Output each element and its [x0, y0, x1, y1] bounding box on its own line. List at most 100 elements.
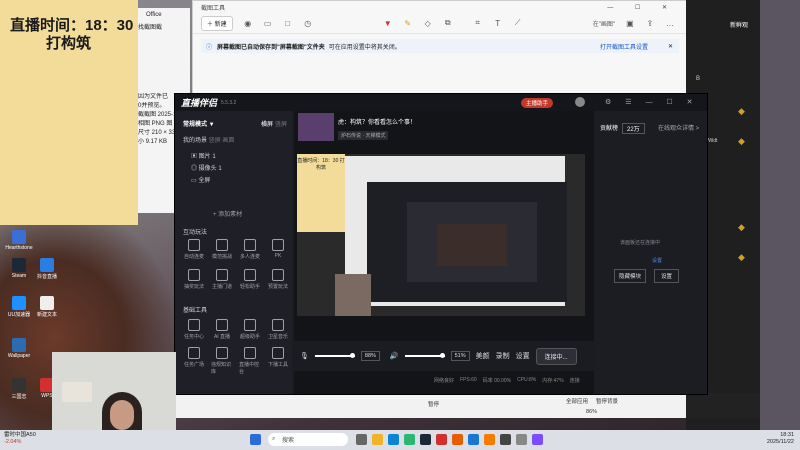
hide-panel-button[interactable]: 隐藏模块: [614, 269, 647, 283]
new-snip-button[interactable]: ＋ 新建: [201, 15, 233, 31]
desktop-icon-wallpaper[interactable]: Wallpaper: [4, 338, 34, 359]
explorer-tab[interactable]: Office: [130, 8, 190, 20]
right-settings-button[interactable]: 设置: [654, 269, 680, 283]
interact-item[interactable]: 抽奖玩法: [183, 269, 205, 290]
snipping-tool-window: 截图工具 — ☐ ✕ ＋ 新建 ◉ ▭ □ ◷ ▼ ✎ ◇ ⧉ ⌗ T ⟋ 在"…: [192, 0, 688, 102]
desktop-icon-live[interactable]: 抖音直播: [32, 258, 62, 280]
start-icon[interactable]: [250, 434, 261, 445]
taskbar-app-icon[interactable]: [420, 434, 431, 445]
zoom-level: 86%: [586, 409, 598, 415]
strip-label[interactable]: 暂停: [428, 400, 439, 408]
desktop-icon-hearthstone[interactable]: Hearthstone: [4, 230, 34, 251]
source-item[interactable]: ◎ 摄像头 1: [191, 163, 222, 172]
interact-item[interactable]: PK: [267, 239, 289, 259]
preview-layer: [437, 224, 507, 266]
basic-item[interactable]: 下播工具: [267, 347, 289, 368]
go-live-button[interactable]: 连接中...: [535, 347, 577, 365]
desktop-icon-steam[interactable]: Steam: [4, 258, 34, 279]
basic-item[interactable]: 违规知识库: [211, 347, 233, 375]
video-icon[interactable]: ▭: [263, 18, 273, 28]
strip-label[interactable]: 全部应用: [566, 397, 588, 405]
avatar[interactable]: [575, 97, 585, 107]
interact-item[interactable]: 多人连麦: [239, 239, 261, 260]
search-icon: ⌕: [272, 436, 276, 442]
taskbar-app-icon[interactable]: [468, 434, 479, 445]
taskbar-app-icon[interactable]: [452, 434, 463, 445]
taskbar-app-icon[interactable]: [356, 434, 367, 445]
copy-icon[interactable]: ⧉: [443, 18, 453, 28]
basic-item[interactable]: 超级助手: [239, 319, 261, 340]
desktop-icon-doc[interactable]: 新建文本: [32, 296, 62, 318]
live-category[interactable]: 炉石传说 · 天梯模式: [338, 131, 389, 140]
text-icon[interactable]: T: [493, 18, 503, 28]
settings-button[interactable]: 设置: [516, 351, 530, 361]
interact-item[interactable]: 预置玩法: [267, 269, 289, 290]
beauty-button[interactable]: 美颜: [476, 351, 490, 361]
live-status-badge[interactable]: 主播助手: [521, 98, 554, 108]
more-icon[interactable]: …: [665, 18, 675, 28]
basic-item[interactable]: 卫星音乐: [267, 319, 289, 340]
crop-icon[interactable]: ⌗: [473, 18, 483, 28]
taskbar-search[interactable]: ⌕ 搜索: [268, 433, 348, 446]
taskbar-app-icon[interactable]: [532, 434, 543, 445]
explorer-tab2[interactable]: 找截图截: [130, 20, 190, 33]
taskbar-app-icon[interactable]: [500, 434, 511, 445]
taskbar-app-icon[interactable]: [516, 434, 527, 445]
interact-item[interactable]: 模范挑战: [211, 239, 233, 260]
live-title[interactable]: 虎：构筑？你看看怎么个事！: [338, 117, 416, 126]
tab-portrait[interactable]: 竖屏: [275, 119, 287, 128]
taskbar-weather[interactable]: 雷时中国A50 -2.04%: [4, 432, 36, 446]
window-controls[interactable]: — ☐ ✕: [607, 4, 677, 11]
uu-icon: [12, 296, 26, 310]
desktop-icon-calendar[interactable]: 三国志: [4, 378, 34, 400]
sticky-note[interactable]: 直播时间：18：30 打构筑: [0, 0, 138, 225]
basic-item[interactable]: 直播中控台: [239, 347, 261, 375]
taskbar-clock[interactable]: 18:31 2025/11/22: [767, 432, 794, 446]
taskbar-app-icon[interactable]: [404, 434, 415, 445]
eraser-icon[interactable]: ◇: [423, 18, 433, 28]
source-item[interactable]: ▭ 全屏: [191, 175, 210, 184]
detail-link[interactable]: 详情 >: [682, 123, 699, 132]
pen-icon[interactable]: ▼: [383, 18, 393, 28]
mode-dropdown[interactable]: 常规模式 ▼: [183, 119, 215, 128]
banner-settings-link[interactable]: 打开截图工具设置: [600, 42, 648, 51]
close-icon[interactable]: ✕: [668, 43, 673, 50]
window-controls[interactable]: ⚙ ☰ — ☐ ✕: [605, 98, 698, 106]
highlighter-icon[interactable]: ✎: [403, 18, 413, 28]
tab-landscape[interactable]: 横屏: [261, 119, 273, 128]
record-button[interactable]: 录制: [496, 351, 510, 361]
basic-item[interactable]: 任务中心: [183, 319, 205, 340]
interact-item[interactable]: 主播门道: [211, 269, 233, 290]
share-icon[interactable]: ⇪: [645, 18, 655, 28]
mic-icon[interactable]: 🎙: [300, 352, 309, 360]
mic-slider[interactable]: [314, 353, 355, 358]
stream-preview[interactable]: 直播时间：18：30 打构筑: [297, 154, 585, 316]
online-label[interactable]: 在线观众: [658, 123, 682, 132]
camera-icon[interactable]: ◉: [243, 18, 253, 28]
interact-item[interactable]: 自动连麦: [183, 239, 205, 260]
taskbar-app-icon[interactable]: [372, 434, 383, 445]
stream-cover[interactable]: [298, 113, 334, 141]
taskbar-app-icon[interactable]: [484, 434, 495, 445]
strip-label[interactable]: 暂停背景: [596, 397, 618, 405]
speaker-icon[interactable]: 🔊: [390, 352, 399, 360]
taskbar-app-icon[interactable]: [436, 434, 447, 445]
basic-item[interactable]: 任务广场: [183, 347, 205, 368]
timer-icon[interactable]: ◷: [303, 18, 313, 28]
diamond-icon: ◆: [738, 136, 745, 146]
live-app-icon: [40, 258, 54, 272]
save-icon[interactable]: ▣: [625, 18, 635, 28]
app-titlebar: 直播伴侣 5.5.3.2 主播助手 ⚙ ☰ — ☐ ✕: [175, 94, 707, 111]
ruler-icon[interactable]: ⟋: [513, 18, 523, 28]
speaker-slider[interactable]: [404, 353, 445, 358]
desktop-icon-uu[interactable]: UU加速器: [4, 296, 34, 318]
tab-contribution[interactable]: 贡献榜: [600, 123, 618, 132]
add-source-button[interactable]: + 添加素材: [213, 209, 242, 218]
settings-link[interactable]: 设置: [652, 257, 662, 264]
open-with-icon[interactable]: 在"画图": [593, 18, 615, 28]
taskbar-app-icon[interactable]: [388, 434, 399, 445]
source-item[interactable]: ▣ 图片 1: [191, 151, 216, 160]
shape-icon[interactable]: □: [283, 18, 293, 28]
basic-item[interactable]: AI 直播: [211, 319, 233, 340]
interact-item[interactable]: 轻松助手: [239, 269, 261, 290]
